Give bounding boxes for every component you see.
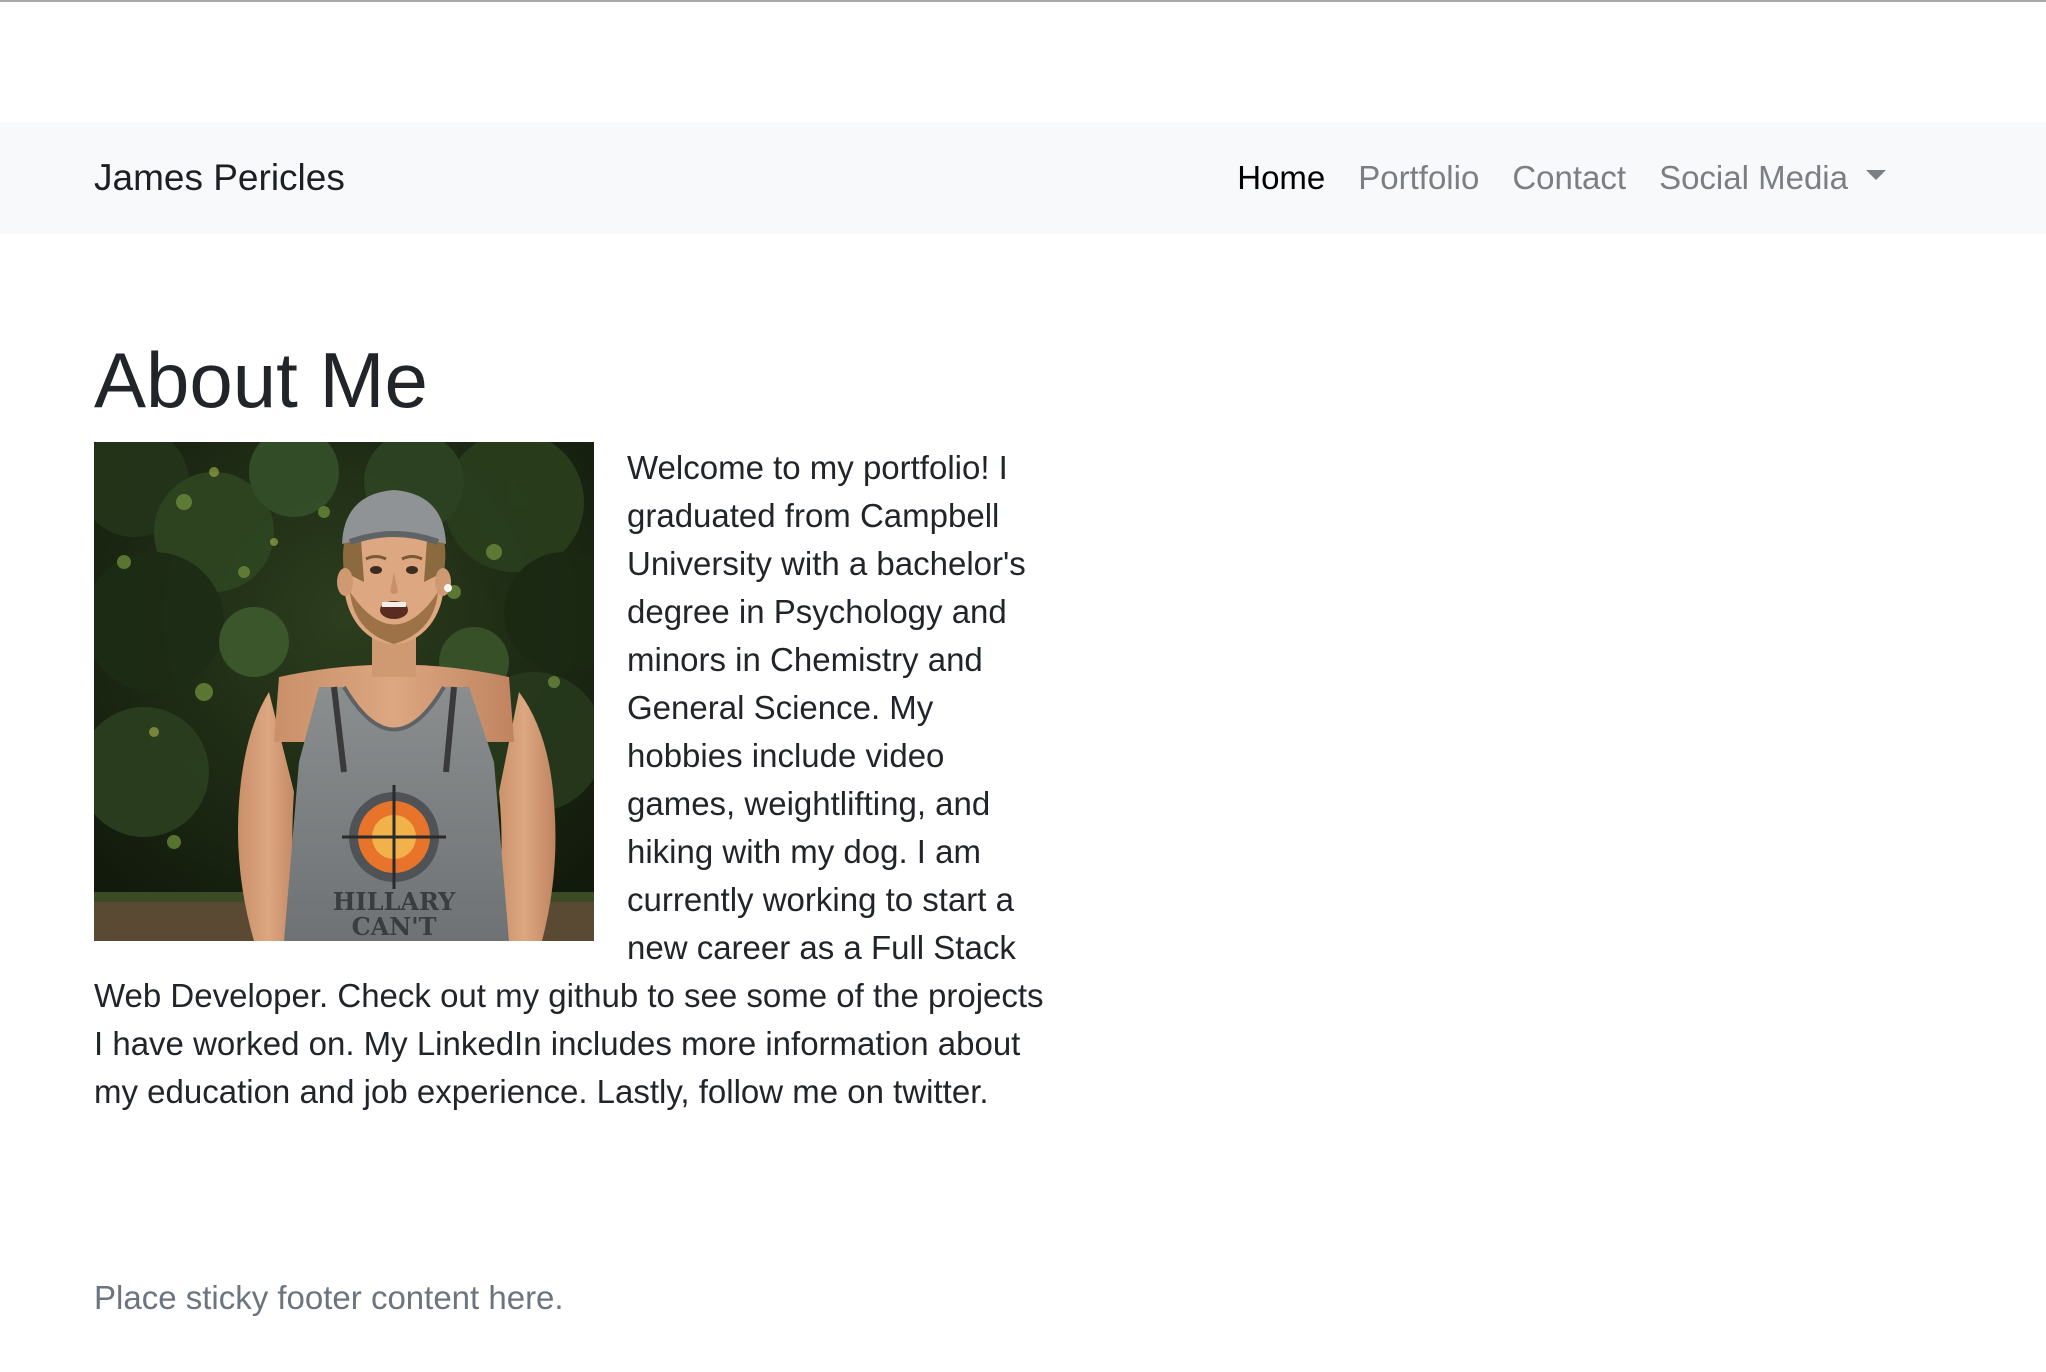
nav-link-contact[interactable]: Contact [1512,159,1626,197]
navbar: James Pericles Home Portfolio Contact So… [0,122,2046,234]
profile-photo: HILLARY CAN'T [94,442,594,941]
about-content: HILLARY CAN'T Welcome to my portfolio! I… [94,442,1054,1116]
nav-links: Home Portfolio Contact Social Media [1237,122,1886,234]
nav-link-home[interactable]: Home [1237,159,1325,197]
page-title: About Me [94,336,428,424]
top-border [0,0,2046,2]
svg-text:CAN'T: CAN'T [352,912,437,941]
nav-link-portfolio[interactable]: Portfolio [1358,159,1479,197]
nav-dropdown-social-media[interactable]: Social Media [1659,159,1886,197]
nav-dropdown-label: Social Media [1659,159,1848,196]
navbar-brand[interactable]: James Pericles [94,122,345,234]
footer-text: Place sticky footer content here. [94,1279,564,1316]
caret-down-icon [1866,170,1886,180]
